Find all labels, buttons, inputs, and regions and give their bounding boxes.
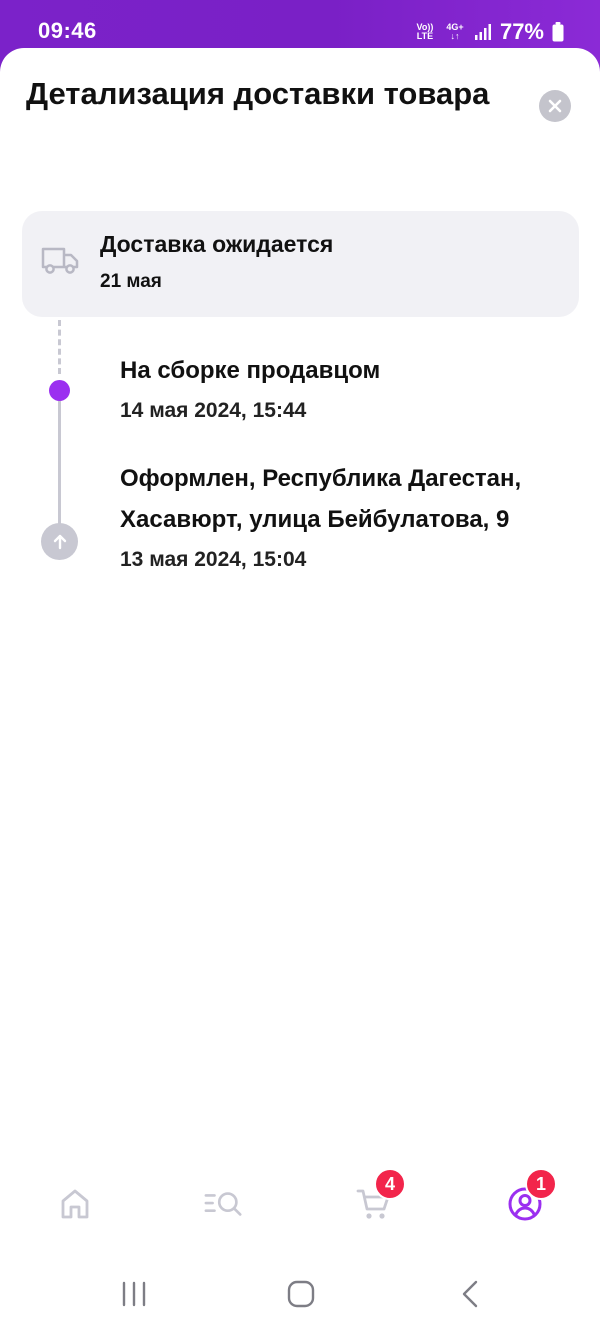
cart-count-badge: 4 (374, 1168, 406, 1200)
back-button[interactable] (450, 1274, 490, 1314)
delivery-details-sheet: Детализация доставки товара Доставка ожи… (0, 48, 600, 1332)
status-indicators: Vo)) LTE 4G+ ↓↑ 77% (414, 18, 564, 46)
event-time: 14 мая 2024, 15:44 (120, 399, 307, 422)
signal-icon (474, 24, 491, 40)
battery-icon (552, 22, 564, 42)
recent-apps-icon (122, 1281, 146, 1307)
system-navigation-bar (0, 1254, 600, 1332)
mobile-data-indicator: 4G+ ↓↑ (444, 23, 466, 41)
catalog-search-icon (204, 1192, 242, 1216)
delivery-expected-card: Доставка ожидается 21 мая (22, 211, 579, 317)
volte-bottom: LTE (416, 31, 434, 41)
timeline-event: На сборке продавцом 14 мая 2024, 15:44 (120, 350, 540, 423)
timeline-start-marker (41, 523, 78, 560)
event-title: На сборке продавцом (120, 357, 381, 384)
nav-cart[interactable]: 4 (354, 1168, 406, 1224)
nav-profile[interactable]: 1 (505, 1168, 557, 1224)
timeline-current-dot (49, 380, 70, 401)
event-time: 13 мая 2024, 15:04 (120, 548, 307, 571)
sheet-title: Детализация доставки товара (26, 76, 490, 111)
arrow-up-icon (53, 534, 66, 549)
delivery-status-title: Доставка ожидается (100, 231, 334, 257)
delivery-expected-date: 21 мая (100, 271, 162, 292)
back-chevron-icon (462, 1280, 478, 1308)
battery-percent: 77% (499, 19, 544, 44)
timeline-pending-line (58, 320, 61, 374)
event-title: Оформлен, Республика Дагестан, Хасавюрт,… (120, 465, 522, 533)
home-square-icon (287, 1280, 315, 1308)
volte-indicator: Vo)) LTE (414, 23, 436, 41)
bottom-navigation: 4 1 (0, 1158, 600, 1254)
recent-apps-button[interactable] (114, 1274, 154, 1314)
nav-home[interactable] (55, 1184, 95, 1224)
truck-icon (41, 247, 79, 274)
home-icon (61, 1189, 89, 1219)
nav-catalog-search[interactable] (204, 1184, 244, 1224)
status-time: 09:46 (38, 18, 97, 43)
close-button[interactable] (539, 90, 571, 122)
timeline-line (58, 393, 61, 543)
home-system-button[interactable] (281, 1274, 321, 1314)
timeline-event: Оформлен, Республика Дагестан, Хасавюрт,… (120, 458, 540, 572)
profile-notification-badge: 1 (525, 1168, 557, 1200)
close-icon (548, 99, 562, 113)
data-activity: ↓↑ (450, 31, 460, 41)
